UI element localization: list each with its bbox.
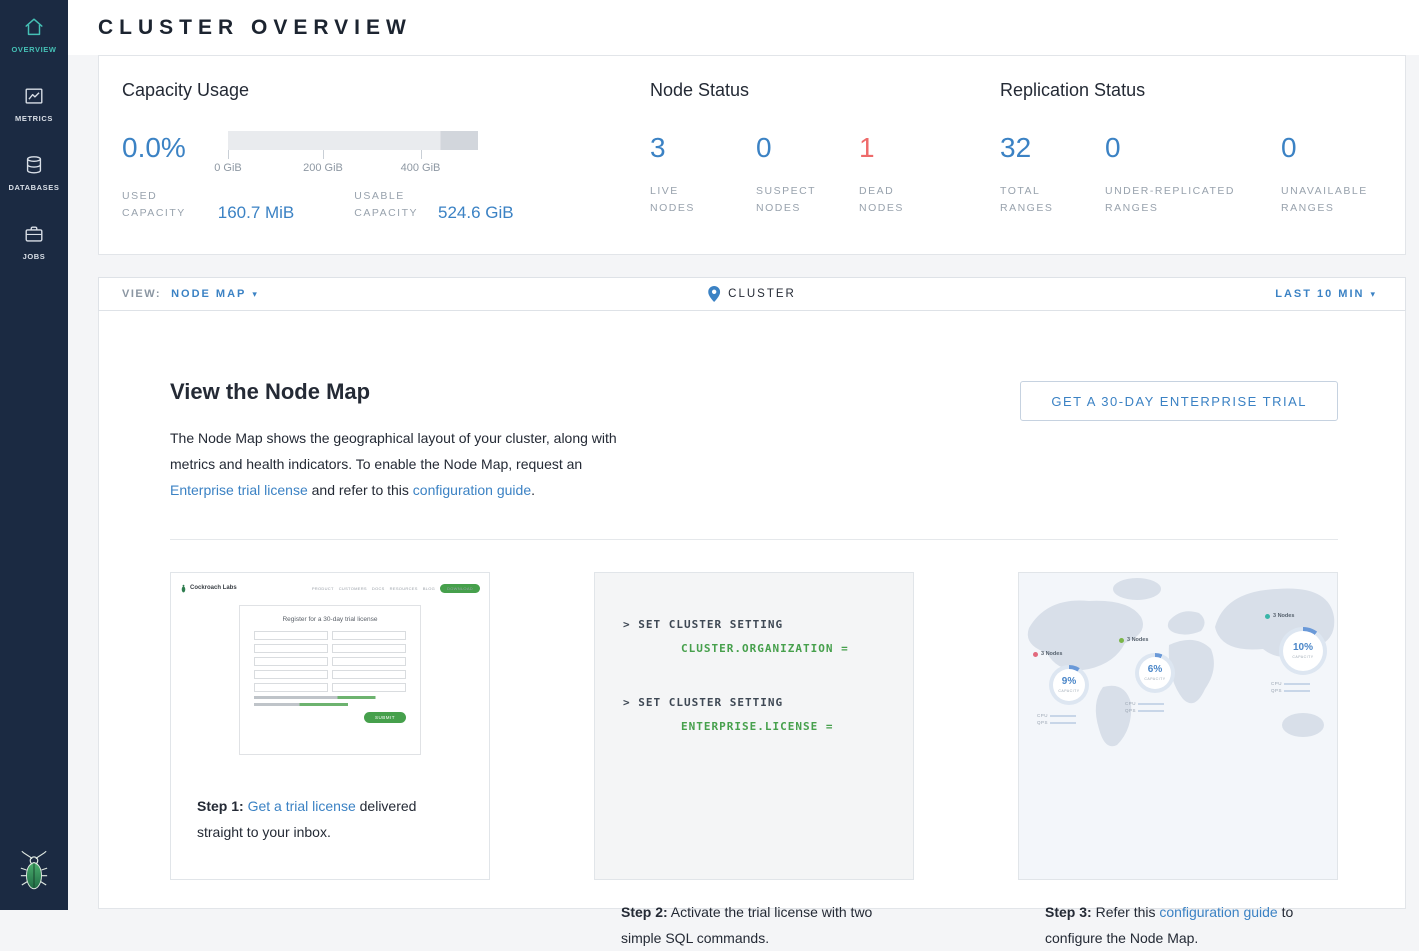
node-map-card: View the Node Map The Node Map shows the…: [98, 311, 1406, 909]
scope-label: CLUSTER: [728, 288, 796, 300]
sidebar-item-overview[interactable]: OVERVIEW: [0, 16, 68, 54]
node-status-section: Node Status 3 LIVENODES 0 SUSPECTNODES 1…: [650, 80, 1000, 254]
live-nodes-stat: 3 LIVENODES: [650, 131, 756, 217]
sidebar-item-metrics[interactable]: METRICS: [0, 85, 68, 123]
dead-nodes-stat: 1 DEADNODES: [859, 131, 904, 217]
configuration-guide-link[interactable]: configuration guide: [413, 482, 531, 498]
under-replicated-ranges-stat: 0 UNDER-REPLICATEDRANGES: [1105, 131, 1281, 217]
configuration-guide-link[interactable]: configuration guide: [1159, 904, 1277, 920]
get-trial-license-link[interactable]: Get a trial license: [248, 798, 356, 814]
live-nodes-value: 3: [650, 134, 756, 162]
enterprise-trial-license-link[interactable]: Enterprise trial license: [170, 482, 308, 498]
capacity-tick: 400 GiB: [421, 150, 422, 159]
sidebar-item-label: JOBS: [23, 252, 46, 261]
cluster-overview-page: OVERVIEW METRICS DATABASES JOBS: [0, 0, 1419, 910]
sidebar: OVERVIEW METRICS DATABASES JOBS: [0, 0, 68, 910]
sidebar-item-label: METRICS: [15, 114, 53, 123]
capacity-bar: 0 GiB 200 GiB 400 GiB: [228, 131, 478, 176]
scope-breadcrumb: CLUSTER: [708, 286, 796, 302]
time-range-value[interactable]: LAST 10 MIN: [1275, 288, 1364, 300]
step-2-card: > SET CLUSTER SETTING CLUSTER.ORGANIZATI…: [594, 572, 914, 880]
total-ranges-stat: 32 TOTALRANGES: [1000, 131, 1105, 217]
used-capacity-value: 160.7 MiB: [218, 203, 295, 222]
main-content: CLUSTER OVERVIEW Capacity Usage 0.0% 0 G…: [68, 0, 1419, 910]
sidebar-item-databases[interactable]: DATABASES: [0, 154, 68, 192]
time-range-selector[interactable]: LAST 10 MIN ▾: [1275, 288, 1405, 300]
database-icon: [23, 154, 45, 176]
sidebar-item-label: OVERVIEW: [11, 45, 56, 54]
trial-register-form-preview: Register for a 30-day trial license SUBM…: [239, 605, 421, 755]
section-divider: [170, 539, 1338, 540]
cluster-summary-card: Capacity Usage 0.0% 0 GiB 200 GiB 400 Gi…: [98, 55, 1406, 255]
metrics-chart-icon: [23, 85, 45, 107]
sql-commands-preview: > SET CLUSTER SETTING CLUSTER.ORGANIZATI…: [595, 573, 913, 879]
sidebar-item-label: DATABASES: [9, 183, 60, 192]
capacity-gauge: 6%CAPACITY: [1135, 653, 1175, 693]
chevron-down-icon[interactable]: ▾: [1370, 289, 1375, 300]
total-ranges-value: 32: [1000, 134, 1105, 162]
capacity-used-percent: 0.0%: [122, 134, 228, 162]
view-selector[interactable]: NODE MAP: [171, 288, 246, 300]
step-2-caption: Step 2: Activate the trial license with …: [595, 879, 913, 951]
capacity-usage-section: Capacity Usage 0.0% 0 GiB 200 GiB 400 Gi…: [122, 80, 650, 254]
preview-submit-button: SUBMIT: [364, 712, 406, 723]
suspect-nodes-value: 0: [756, 134, 859, 162]
node-map-preview: 3 Nodes 3 Nodes 3 Nodes 9%CAPACITY 6%CAP…: [1019, 573, 1337, 879]
region-mini-stats: CPU QPS: [1271, 681, 1310, 695]
region-marker: 3 Nodes: [1265, 613, 1294, 619]
used-capacity-stat: USED CAPACITY 160.7 MiB: [122, 188, 294, 222]
region-marker: 3 Nodes: [1119, 637, 1148, 643]
usable-capacity-label: USABLE CAPACITY: [354, 188, 418, 222]
region-mini-stats: CPU QPS: [1037, 713, 1076, 727]
node-map-description: The Node Map shows the geographical layo…: [170, 425, 638, 503]
capacity-gauge: 9%CAPACITY: [1049, 665, 1089, 705]
capacity-gauge: 10%CAPACITY: [1279, 627, 1327, 675]
step-3-card: 3 Nodes 3 Nodes 3 Nodes 9%CAPACITY 6%CAP…: [1018, 572, 1338, 880]
page-header: CLUSTER OVERVIEW: [68, 0, 1419, 55]
unavailable-ranges-value: 0: [1281, 134, 1368, 162]
view-label: VIEW:: [122, 288, 161, 300]
replication-status-section: Replication Status 32 TOTALRANGES 0 UNDE…: [1000, 80, 1405, 254]
capacity-usage-title: Capacity Usage: [122, 80, 650, 101]
capacity-tick: 0 GiB: [228, 150, 229, 159]
used-capacity-label: USED CAPACITY: [122, 188, 186, 222]
replication-status-title: Replication Status: [1000, 80, 1405, 101]
map-pin-icon: [708, 286, 720, 302]
preview-download-button: DOWNLOAD: [440, 584, 480, 593]
cockroach-logo-small: Cockroach Labs: [180, 583, 237, 593]
under-replicated-ranges-value: 0: [1105, 134, 1281, 162]
view-toolbar: VIEW: NODE MAP ▾ CLUSTER LAST 10 MIN ▾: [98, 277, 1406, 311]
region-mini-stats: CPU QPS: [1125, 701, 1164, 715]
capacity-bar-track: [228, 131, 478, 150]
usable-capacity-stat: USABLE CAPACITY 524.6 GiB: [354, 188, 513, 222]
sidebar-item-jobs[interactable]: JOBS: [0, 223, 68, 261]
page-title: CLUSTER OVERVIEW: [98, 16, 412, 40]
briefcase-icon: [23, 223, 45, 245]
dead-nodes-value: 1: [859, 134, 904, 162]
enterprise-trial-button[interactable]: GET A 30-DAY ENTERPRISE TRIAL: [1020, 381, 1338, 421]
preview-nav: PRODUCT CUSTOMERS DOCS RESOURCES BLOG DO…: [307, 584, 480, 593]
chevron-down-icon[interactable]: ▾: [252, 289, 257, 300]
usable-capacity-value: 524.6 GiB: [438, 203, 514, 222]
step-1-caption: Step 1: Get a trial license delivered st…: [171, 773, 489, 845]
unavailable-ranges-stat: 0 UNAVAILABLERANGES: [1281, 131, 1368, 217]
node-status-title: Node Status: [650, 80, 1000, 101]
capacity-tick: 200 GiB: [323, 150, 324, 159]
capacity-bar-ticks: 0 GiB 200 GiB 400 GiB: [228, 150, 478, 176]
step-1-card: Cockroach Labs PRODUCT CUSTOMERS DOCS RE…: [170, 572, 490, 880]
step-3-caption: Step 3: Refer this configuration guide t…: [1019, 879, 1337, 951]
cockroach-labs-logo[interactable]: [19, 849, 49, 896]
suspect-nodes-stat: 0 SUSPECTNODES: [756, 131, 859, 217]
registration-page-preview: Cockroach Labs PRODUCT CUSTOMERS DOCS RE…: [171, 573, 489, 773]
home-icon: [23, 16, 45, 38]
region-marker: 3 Nodes: [1033, 651, 1062, 657]
